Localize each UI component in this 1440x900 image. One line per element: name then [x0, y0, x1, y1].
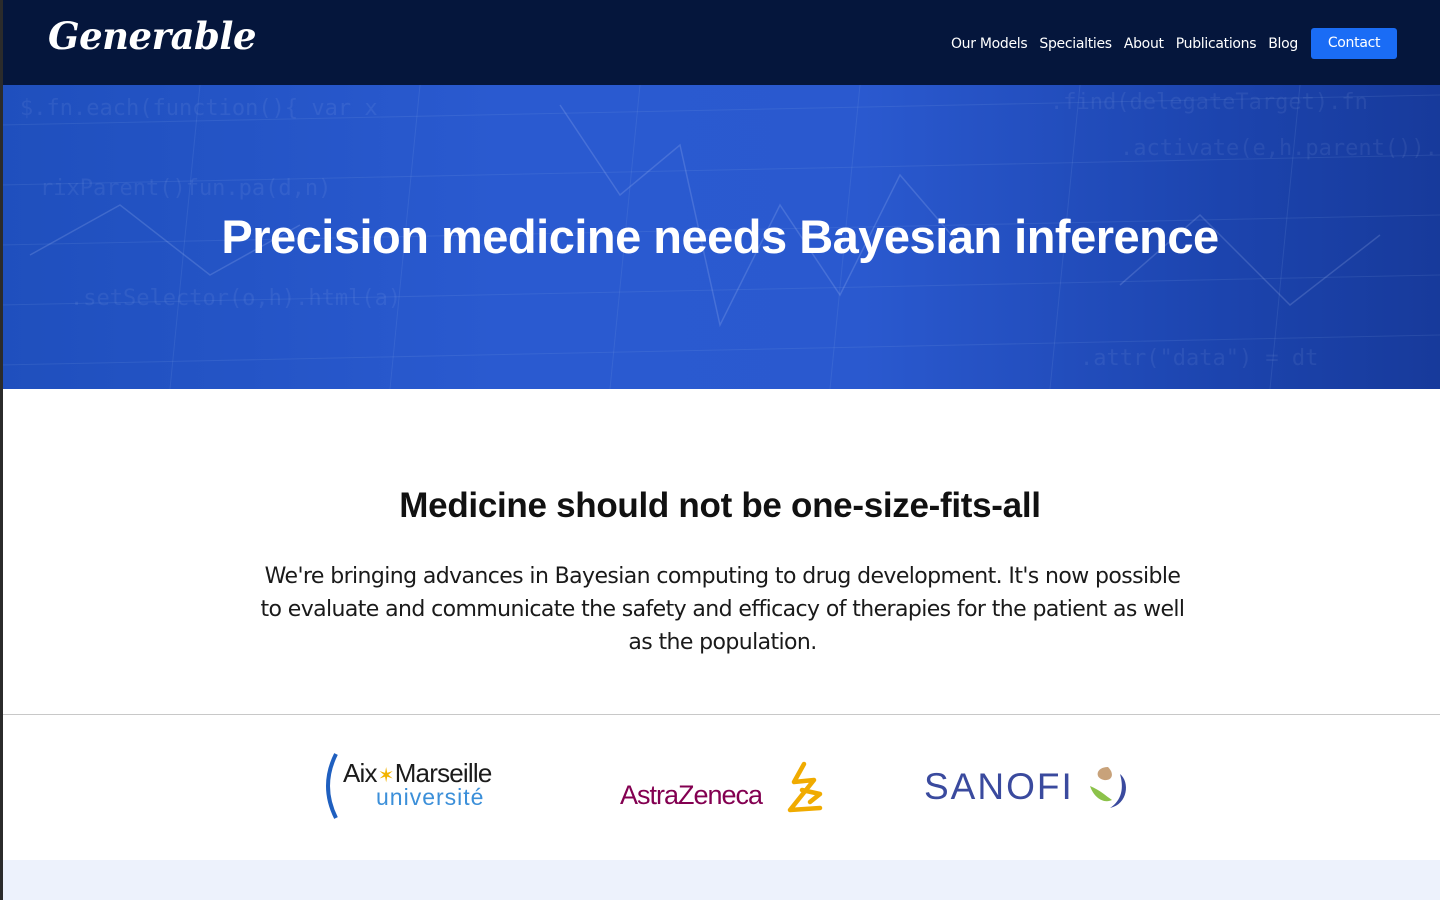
- astrazeneca-symbol-icon: [787, 761, 823, 813]
- nav-blog[interactable]: Blog: [1268, 36, 1298, 52]
- nav-publications[interactable]: Publications: [1176, 36, 1257, 52]
- section-divider: [0, 714, 1440, 715]
- svg-text:.find(delegateTarget).fn: .find(delegateTarget).fn: [1050, 90, 1368, 115]
- svg-text:.attr("data") = dt: .attr("data") = dt: [1080, 346, 1318, 371]
- amu-aix-text: Aix: [343, 758, 378, 788]
- window-left-edge: [0, 0, 3, 900]
- navbar: Generable Our Models Specialties About P…: [0, 0, 1440, 85]
- svg-text:rixParent()fun.pa(d,n): rixParent()fun.pa(d,n): [40, 176, 331, 201]
- hero-title: Precision medicine needs Bayesian infere…: [221, 210, 1219, 263]
- svg-text:.setSelector(o,h).html(a): .setSelector(o,h).html(a): [70, 286, 401, 311]
- contact-button[interactable]: Contact: [1311, 28, 1397, 59]
- next-section-band: [0, 860, 1440, 900]
- nav-about[interactable]: About: [1124, 36, 1164, 52]
- nav-specialties[interactable]: Specialties: [1039, 36, 1112, 52]
- svg-text:$.fn.each(function(){ var x: $.fn.each(function(){ var x: [20, 96, 378, 121]
- svg-text:.activate(e,h.parent()).func: .activate(e,h.parent()).func: [1120, 136, 1440, 161]
- generable-logo[interactable]: Generable: [48, 14, 257, 58]
- amu-universite-text: université: [376, 784, 485, 810]
- amu-bracket-icon: [326, 753, 338, 819]
- hero-banner: $.fn.each(function(){ var x .find(delega…: [0, 85, 1440, 389]
- astrazeneca-text: AstraZeneca: [620, 780, 763, 810]
- astrazeneca-logo: AstraZeneca: [620, 760, 830, 816]
- sanofi-text: SANOFI: [924, 766, 1074, 807]
- nav-links: Our Models Specialties About Publication…: [951, 28, 1397, 59]
- nav-our-models[interactable]: Our Models: [951, 36, 1028, 52]
- sanofi-bird-icon: [1090, 767, 1126, 808]
- intro-heading: Medicine should not be one-size-fits-all: [399, 486, 1041, 525]
- aix-marseille-logo: Aix✶Marseille université: [318, 750, 523, 822]
- sanofi-logo: SANOFI: [922, 762, 1132, 812]
- intro-paragraph: We're bringing advances in Bayesian comp…: [260, 564, 1186, 655]
